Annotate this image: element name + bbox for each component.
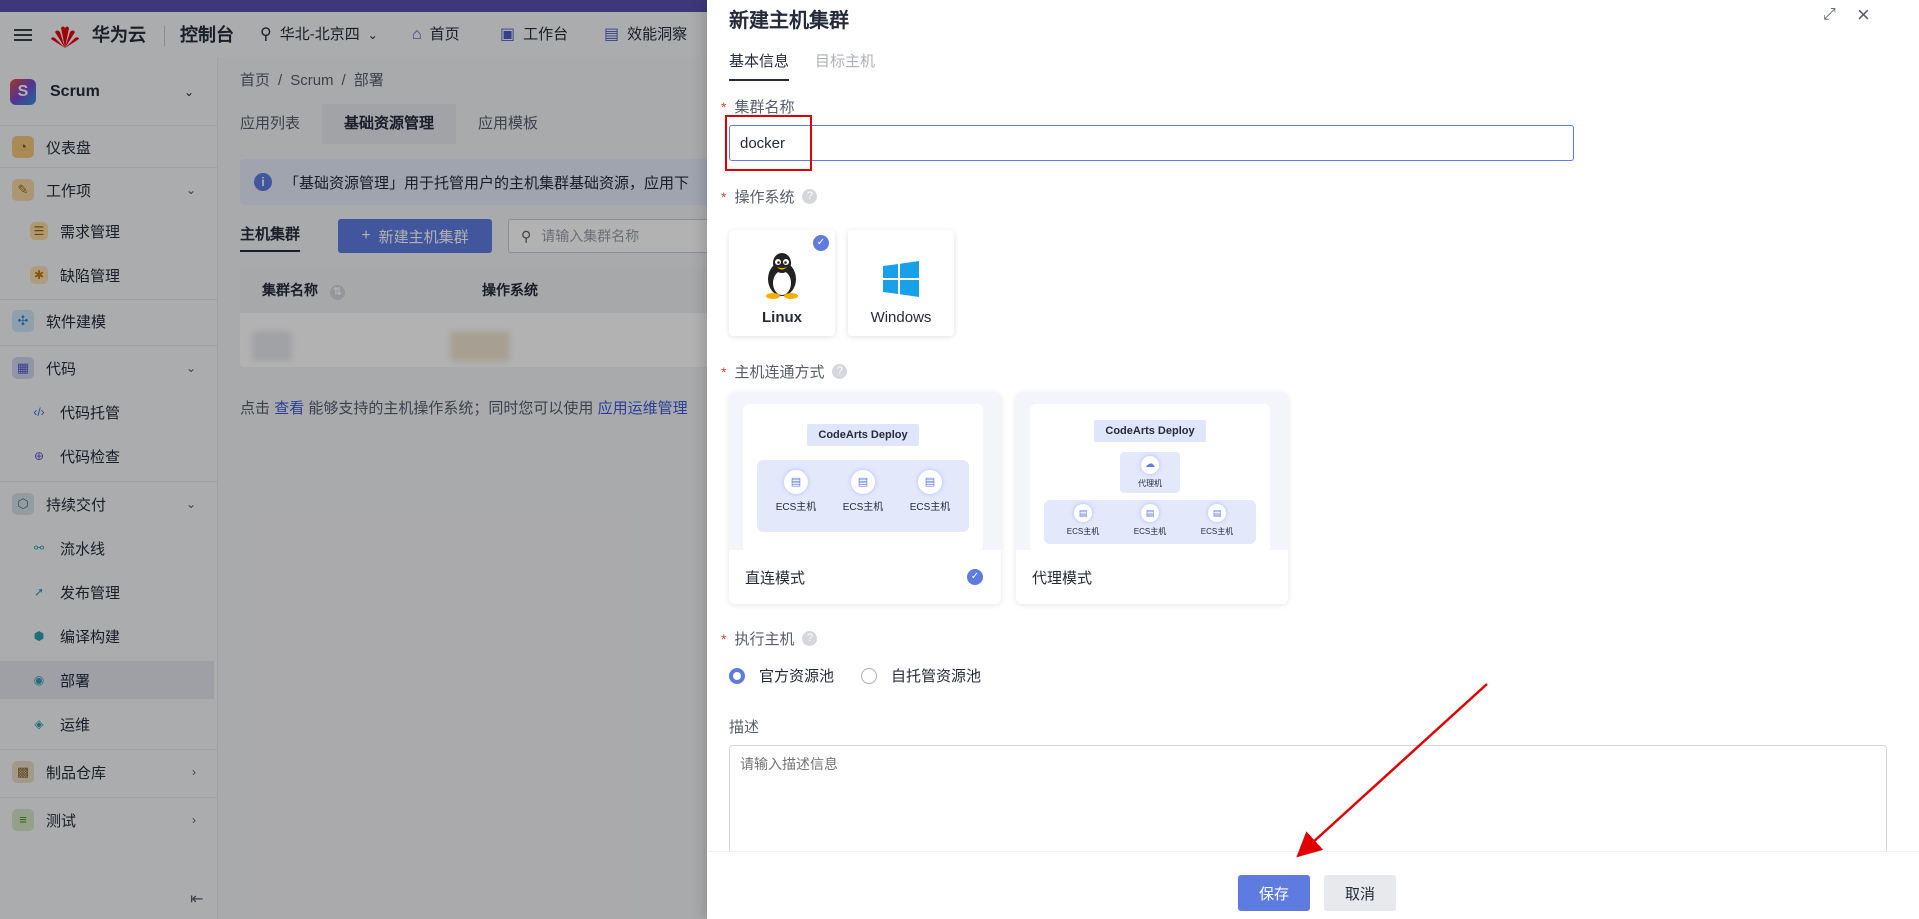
- drawer-tabs: 基本信息 目标主机: [729, 50, 901, 81]
- new-cluster-drawer: 新建主机集群 ⤢ × 基本信息 目标主机 * 集群名称 * 操作系统 ? Lin…: [707, 0, 1919, 919]
- tab-target-host[interactable]: 目标主机: [815, 50, 875, 81]
- drawer-footer: 保存 取消: [707, 851, 1919, 919]
- close-icon[interactable]: ×: [1857, 2, 1870, 28]
- deploy-node: CodeArts Deploy: [807, 424, 919, 446]
- cluster-name-label: * 集群名称: [721, 96, 794, 117]
- radio-official-pool[interactable]: 官方资源池: [729, 665, 834, 686]
- help-icon[interactable]: ?: [802, 189, 818, 204]
- label-text: 执行主机: [734, 631, 795, 648]
- direct-mode-diagram: CodeArts Deploy ▤ ECS主机 ▤ ECS主机 ▤ ECS主机: [743, 404, 983, 552]
- radio-label: 自托管资源池: [891, 668, 982, 685]
- os-name-linux: Linux: [762, 309, 802, 326]
- ecs-node: ▤ ECS主机: [1058, 504, 1108, 537]
- proxy-node: ☁ 代理机: [1120, 452, 1180, 493]
- drawer-title: 新建主机集群: [729, 10, 849, 32]
- description-textarea[interactable]: [729, 745, 1887, 855]
- cluster-name-input[interactable]: [729, 125, 1574, 161]
- os-option-linux[interactable]: Linux ✓: [729, 230, 835, 336]
- required-mark: *: [721, 188, 727, 205]
- ecs-node: ▤ ECS主机: [1125, 504, 1175, 537]
- help-icon[interactable]: ?: [802, 631, 818, 646]
- highlight-box: [725, 115, 812, 171]
- mode-option-proxy[interactable]: CodeArts Deploy ☁ 代理机 ▤ ECS主机 ▤ ECS主机 ▤ ECS主…: [1016, 392, 1288, 604]
- mode-option-direct[interactable]: CodeArts Deploy ▤ ECS主机 ▤ ECS主机 ▤ ECS主机 直连模…: [729, 392, 1001, 604]
- os-option-windows[interactable]: Windows: [848, 230, 954, 336]
- radio-self-hosted-pool[interactable]: 自托管资源池: [861, 665, 981, 686]
- cancel-button[interactable]: 取消: [1324, 875, 1396, 911]
- ecs-node: ▤ ECS主机: [1192, 504, 1242, 537]
- required-mark: *: [721, 630, 727, 647]
- expand-icon[interactable]: ⤢: [1823, 6, 1836, 24]
- mode-footer: 代理模式: [1016, 550, 1288, 604]
- os-label: * 操作系统 ?: [721, 186, 818, 207]
- exec-host-label: * 执行主机 ?: [721, 628, 818, 649]
- mode-footer: 直连模式 ✓: [729, 550, 1001, 604]
- required-mark: *: [721, 98, 727, 115]
- label-text: 集群名称: [734, 99, 795, 116]
- deploy-node: CodeArts Deploy: [1094, 420, 1206, 442]
- os-name-windows: Windows: [870, 309, 932, 326]
- help-icon[interactable]: ?: [832, 364, 848, 379]
- save-button[interactable]: 保存: [1238, 875, 1310, 911]
- proxy-mode-diagram: CodeArts Deploy ☁ 代理机 ▤ ECS主机 ▤ ECS主机 ▤ ECS主…: [1030, 404, 1270, 552]
- selected-check-icon: ✓: [813, 235, 829, 251]
- radio-selected-icon: [729, 667, 745, 684]
- radio-empty-icon: [861, 667, 877, 684]
- windows-logo-icon: [883, 261, 919, 297]
- label-text: 主机连通方式: [734, 364, 825, 381]
- label-text: 操作系统: [734, 189, 795, 206]
- connection-mode-label: * 主机连通方式 ?: [721, 361, 848, 382]
- mode-label-proxy: 代理模式: [1032, 569, 1093, 587]
- description-label: 描述: [729, 719, 760, 736]
- required-mark: *: [721, 363, 727, 380]
- linux-tux-icon: [766, 253, 798, 299]
- mode-label-direct: 直连模式: [745, 569, 806, 587]
- radio-label: 官方资源池: [759, 668, 835, 685]
- ecs-node: ▤ ECS主机: [905, 470, 955, 513]
- ecs-node: ▤ ECS主机: [838, 470, 888, 513]
- ecs-node: ▤ ECS主机: [771, 470, 821, 513]
- tab-basic-info[interactable]: 基本信息: [729, 50, 790, 81]
- selected-check-icon: ✓: [967, 569, 983, 585]
